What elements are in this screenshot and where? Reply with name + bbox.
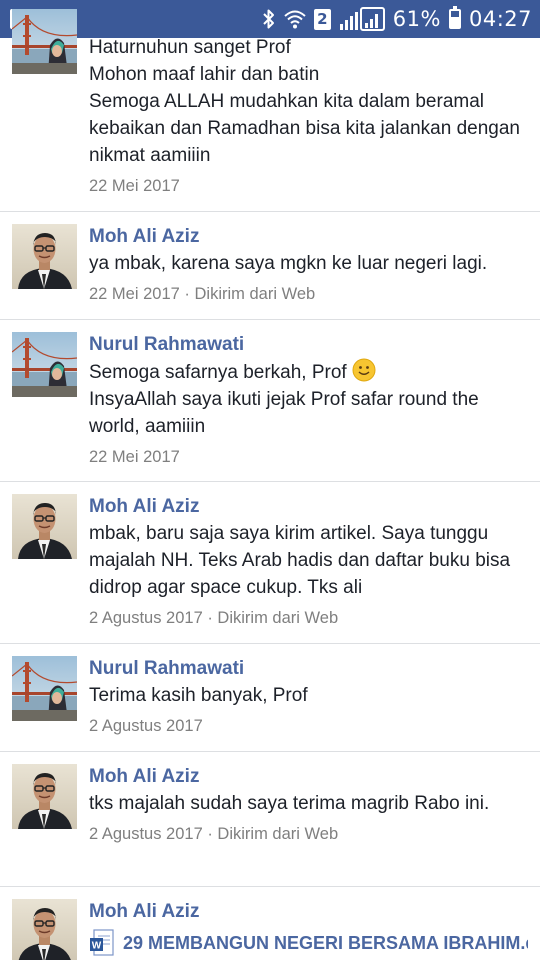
comment-date[interactable]: 2 Agustus 2017 [89,717,203,735]
comment-date[interactable]: 2 Agustus 2017 [89,609,203,627]
comment-text: tks majalah sudah saya terima magrib Rab… [89,793,490,814]
comment-date[interactable]: 22 Mei 2017 [89,448,180,466]
comment-date[interactable]: 2 Agustus 2017 [89,825,203,843]
comment-meta: 22 Mei 2017 [89,446,528,468]
comment-text: Semoga safarnya berkah, Prof InsyaAllah … [89,358,528,440]
comment-item: Moh Ali Aziz W 29 MEMBANGUN NEGERI BERSA… [0,887,540,960]
comment-author[interactable]: Moh Ali Aziz [89,494,528,520]
signal-icon [339,7,385,31]
comment-item: Nurul Rahmawati Semoga safarnya berkah, … [0,320,540,482]
comment-item: Haturnuhun sanget Prof Mohon maaf lahir … [0,9,540,212]
smile-emoji-icon [352,358,376,382]
sim-slot-badge: 2 [313,8,331,30]
comment-date[interactable]: 22 Mei 2017 [89,177,180,195]
comment-text: ya mbak, karena saya mgkn ke luar negeri… [89,253,488,274]
comment-item: Moh Ali Aziz ya mbak, karena saya mgkn k… [0,212,540,320]
battery-percent: 61% [392,7,441,31]
comment-item: Nurul Rahmawati Terima kasih banyak, Pro… [0,644,540,752]
comment-text: mbak, baru saja saya kirim artikel. Saya… [89,523,511,598]
attachment-link[interactable]: W 29 MEMBANGUN NEGERI BERSAMA IBRAHIM.do [89,929,528,957]
comment-item: Moh Ali Aziz mbak, baru saja saya kirim … [0,482,540,644]
comment-meta: 22 Mei 2017 [89,175,528,197]
comment-text: Haturnuhun sanget Prof Mohon maaf lahir … [89,37,520,166]
comment-meta: 2 Agustus 2017 · Dikirim dari Web [89,607,528,629]
man-portrait-avatar[interactable] [12,764,77,829]
word-document-icon: W [89,929,115,957]
comment-meta: 22 Mei 2017 · Dikirim dari Web [89,283,528,305]
comment-date[interactable]: 22 Mei 2017 [89,285,180,303]
golden-gate-avatar[interactable] [12,332,77,397]
comment-source: · Dikirim dari Web [179,285,316,303]
comment-author[interactable]: Moh Ali Aziz [89,899,528,925]
bluetooth-icon [262,8,276,30]
comment-author[interactable]: Moh Ali Aziz [89,764,528,790]
comment-source: · Dikirim dari Web [202,609,339,627]
comment-feed: Haturnuhun sanget Prof Mohon maaf lahir … [0,9,540,960]
comment-author[interactable]: Moh Ali Aziz [89,224,528,250]
golden-gate-avatar[interactable] [12,9,77,74]
battery-icon [448,6,461,29]
comment-text: Terima kasih banyak, Prof [89,685,308,706]
comment-meta: 2 Agustus 2017 · Dikirim dari Web [89,823,528,845]
man-portrait-avatar[interactable] [12,494,77,559]
man-portrait-avatar[interactable] [12,899,77,960]
attachment-filename[interactable]: 29 MEMBANGUN NEGERI BERSAMA IBRAHIM.do [123,933,528,954]
golden-gate-avatar[interactable] [12,656,77,721]
comment-meta: 2 Agustus 2017 [89,715,528,737]
comment-author[interactable]: Nurul Rahmawati [89,332,528,358]
man-portrait-avatar[interactable] [12,224,77,289]
comment-author[interactable]: Nurul Rahmawati [89,656,528,682]
wifi-icon [284,8,306,30]
clock: 04:27 [468,7,532,31]
svg-text:W: W [92,941,102,952]
comment-item: Moh Ali Aziz tks majalah sudah saya teri… [0,752,540,887]
comment-source: · Dikirim dari Web [202,825,339,843]
